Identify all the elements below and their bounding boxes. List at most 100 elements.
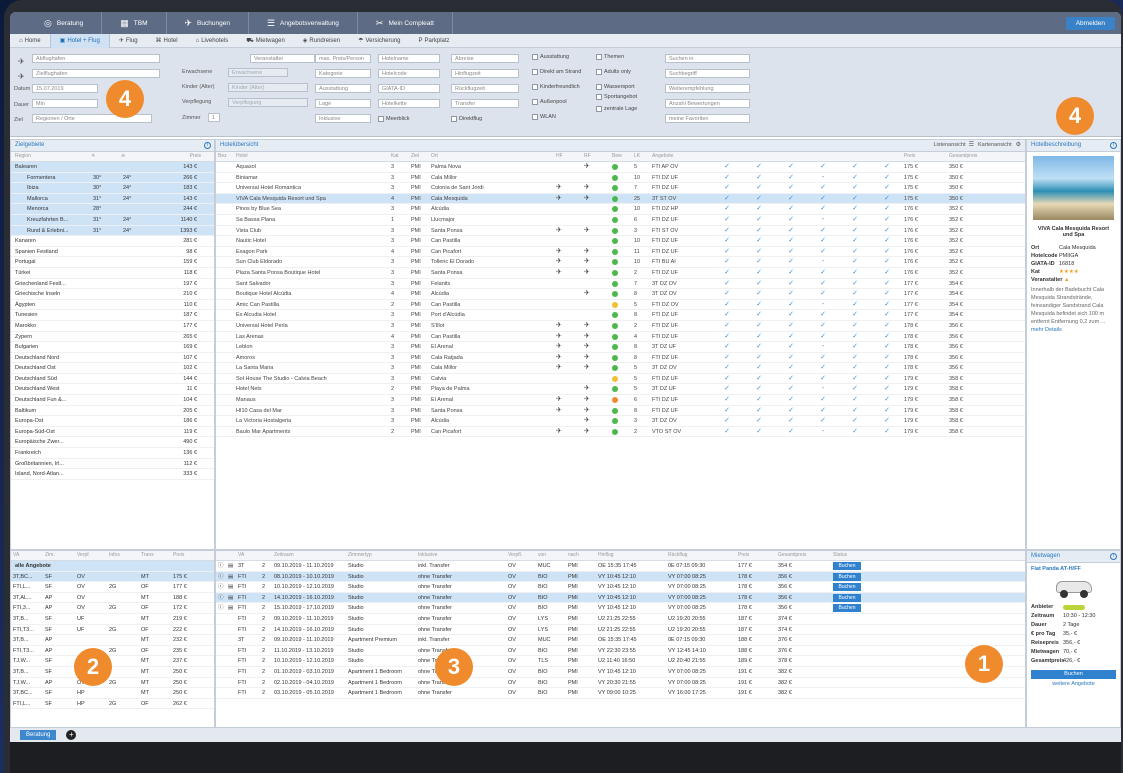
region-row[interactable]: Ibiza 30° 24° 183 € [11,183,214,194]
col-price[interactable]: Preis [151,152,201,161]
tab-0[interactable]: ⌂ Home [10,34,50,48]
hotel-row[interactable]: HI10 Casa del Mar 3 PMI Santa Ponsa ✈ ✈ 8 FTI D… [216,406,1025,417]
offer-col-0[interactable]: VA [11,551,43,560]
adults-only-checkbox[interactable]: Adults only [596,69,631,75]
hotel-col-8[interactable]: Bew [610,152,632,161]
col-region[interactable]: Region [11,152,91,161]
hinflug-input[interactable]: Hinflugzeit [451,69,519,78]
offer-row[interactable]: FTI,T3... AP 2G OF 235 € [11,646,214,657]
more-details-link[interactable]: mehr Details [1031,326,1116,334]
hotel-row[interactable]: Biniamar 3 PMI Cala Millor 10 FTI DZ UF ✓ ✓ ✓ - ✓ ✓… [216,173,1025,184]
recommendation-select[interactable]: Weiterempfehlung [665,84,750,93]
region-row[interactable]: Großbritannien, Irl... 112 € [11,459,214,470]
kinderfreundlich-checkbox[interactable]: Kinderfreundlich [532,84,580,90]
giata-input[interactable]: GIATA-ID [378,84,440,93]
hotel-col-7[interactable]: RF [582,152,610,161]
meerblick-checkbox[interactable]: Meerblick [378,116,410,122]
duration-input[interactable]: Min [32,99,98,108]
more-offers-link[interactable]: weitere Angebote [1027,681,1120,687]
topnav-item[interactable]: ☰ Angebotsverwaltung [249,12,358,34]
hotel-row[interactable]: Sant Salvador 3 PMI Felanitx 7 3T DZ OV ✓ ✓ ✓ ✓ ✓ ✓… [216,279,1025,290]
offer-row[interactable]: 3T,BC... SF OV MT 175 € [11,571,214,583]
hotel-row[interactable]: Boutique Hotel Alcúdia 4 PMI Alcúdia ✈ 8 3T DZ… [216,289,1025,300]
date-row[interactable]: 3T 2 09.10.2019 - 11.10.2019 Apartment Prem… [216,635,1025,646]
hotel-row[interactable]: Sun Club Eldorado 3 PMI Tolleric El Dorado ✈… [216,257,1025,268]
checkbox[interactable] [532,99,538,105]
hotel-row[interactable]: Leblon 3 PMI El Arenal ✈ ✈ 8 3T DZ UF ✓ ✓ ✓ - ✓ ✓ 178 … [216,342,1025,353]
hotel-col-3[interactable]: Kat [389,152,409,161]
hotel-row[interactable]: Ex Alcudia Hotel 3 PMI Port d'Alcúdia 8 FTI D… [216,310,1025,321]
hotel-row[interactable]: Pinos by Blue Sea 3 PMI Alcúdia 10 FTI DZ HP ✓… [216,204,1025,215]
region-row[interactable]: Zypern 265 € [11,332,214,343]
region-row[interactable]: Frankreich 136 € [11,448,214,459]
adults-select[interactable]: Erwachsene [228,68,288,77]
checkbox[interactable] [596,94,602,100]
rueckflug-input[interactable]: Rückflugzeit [451,84,519,93]
hotel-col-10[interactable]: Angebote [650,152,710,161]
hotel-col-16[interactable] [870,152,902,161]
date-col-0[interactable] [216,551,226,560]
offer-col-2[interactable]: Verpf. [75,551,107,560]
region-row[interactable]: Kanaren 281 € [11,236,214,247]
hotel-row[interactable]: Sol House The Studio - Calvia Beach 3 PMI C… [216,374,1025,385]
region-row[interactable]: Türkei 118 € [11,268,214,279]
book-car-button[interactable]: Buchen [1031,670,1116,679]
location-select[interactable]: Lage [315,99,371,108]
hotel-row[interactable]: La Victoria Hostalgeria 3 PMI Alcúdia ✈ 3 3T D… [216,416,1025,427]
search-in-select[interactable]: Suchen in [665,54,750,63]
hotelcode-input[interactable]: Hotelcode [378,69,440,78]
region-row[interactable]: Deutschland Süd 144 € [11,374,214,385]
hotel-col-1[interactable]: Hotel [234,152,384,161]
hotel-row[interactable]: Universal Hotel Romantica 3 PMI Colonia de … [216,183,1025,194]
topnav-item[interactable]: ✈ Buchungen [167,12,249,34]
checkbox[interactable] [532,69,538,75]
tab-4[interactable]: ⌂ Livehotels [187,34,238,48]
wassersport-checkbox[interactable]: Wassersport [596,84,635,90]
hotel-row[interactable]: Aquasol 3 PMI Palma Nova ✈ 5 FTI AP OV ✓ ✓ ✓ ✓ ✓ ✓ 17… [216,162,1025,173]
offer-row[interactable]: 3T,AL... AP OV MT 188 € [11,593,214,604]
date-col-10[interactable]: Hinflug [596,551,666,560]
date-row[interactable]: ⓘ ▤ FTI 2 08.10.2019 - 10.10.2019 Studio ohne … [216,571,1025,583]
checkbox[interactable] [596,84,602,90]
veranstalter-select[interactable]: Veranstalter [250,54,315,63]
date-row[interactable]: FTI 2 03.10.2019 - 05.10.2019 Apartment 1 B… [216,688,1025,699]
direktflug-checkbox[interactable]: Direktflug [451,116,482,122]
hotel-row[interactable]: La Santa Maria 3 PMI Cala Millor ✈ ✈ 5 3T DZ OV… [216,363,1025,374]
tab-6[interactable]: ◈ Rundreisen [294,34,349,48]
region-row[interactable]: Deutschland Fun &... 104 € [11,395,214,406]
date-row[interactable]: FTI 2 02.10.2019 - 04.10.2019 Apartment 1 B… [216,678,1025,689]
offer-row[interactable]: 3T,B... AP MT 232 € [11,635,214,646]
date-col-13[interactable]: Gesamtpreis [776,551,831,560]
sportangebot-checkbox[interactable]: Sportangebot [596,94,637,100]
date-row[interactable]: FTI 2 09.10.2019 - 11.10.2019 Studio ohne Tr… [216,614,1025,625]
offers-group-all[interactable]: alle Angebote [11,561,214,572]
date-row[interactable]: ⓘ ▤ FTI 2 15.10.2019 - 17.10.2019 Studio ohne … [216,603,1025,614]
favorites-select[interactable]: meine Favoriten [665,114,750,123]
date-col-5[interactable]: Zimmertyp [346,551,416,560]
hotelname-input[interactable]: Hotelname [378,54,440,63]
hotel-row[interactable]: Nautic Hotel 3 PMI Can Pastilla 10 FTI DZ UF ✓… [216,236,1025,247]
date-col-3[interactable] [260,551,272,560]
hotel-row[interactable]: Vista Club 3 PMI Santa Ponsa ✈ ✈ 3 FTI ST OV ✓ ✓ ✓… [216,226,1025,237]
info-icon[interactable]: i [1110,553,1117,560]
date-col-12[interactable]: Preis [736,551,776,560]
max-price-input[interactable]: max. Preis/Person [315,54,371,63]
offer-col-4[interactable]: Trans [139,551,171,560]
offer-row[interactable]: FTI,L... SF HP 2G OF 262 € [11,699,214,710]
region-row[interactable]: Rund & Erlebni... 31° 24° 1393 € [11,225,214,237]
region-row[interactable]: Deutschland Nord 107 € [11,353,214,364]
hotel-col-6[interactable]: HF [554,152,582,161]
offer-col-1[interactable]: Zim. [43,551,75,560]
date-row[interactable]: ⓘ ▤ FTI 2 14.10.2019 - 16.10.2019 Studio ohne … [216,592,1025,604]
amenities-select[interactable]: Ausstattung [315,84,371,93]
checkbox[interactable] [532,54,538,60]
hotel-col-0[interactable]: Bez [216,152,234,161]
direkt-am-strand-checkbox[interactable]: Direkt am Strand [532,69,581,75]
offer-row[interactable]: 3T,B... SF MT 250 € [11,667,214,678]
book-button[interactable]: Buchen [833,583,861,592]
add-tab-button[interactable]: + [66,730,77,740]
hotel-col-11[interactable] [710,152,742,161]
info-icon[interactable]: i [1110,142,1117,149]
date-col-7[interactable]: Verpfl. [506,551,536,560]
hotel-row[interactable]: Plaza Santa Ponsa Boutique Hotel 3 PMI Sant… [216,268,1025,279]
